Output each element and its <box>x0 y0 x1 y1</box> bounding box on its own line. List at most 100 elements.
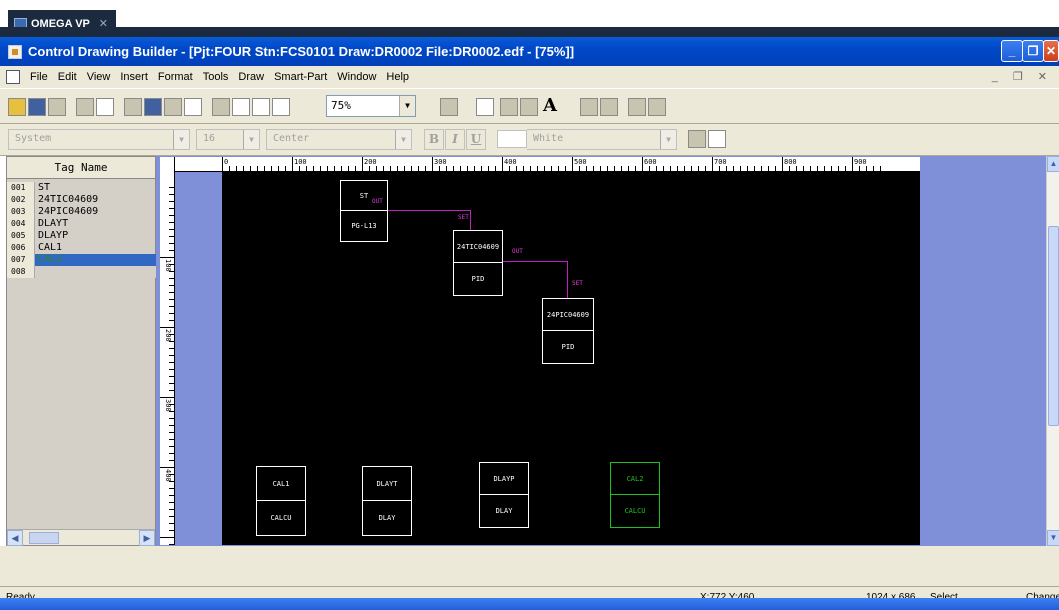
print-preview-icon[interactable] <box>96 98 114 116</box>
table-row[interactable]: 005 DLAYP <box>7 230 155 242</box>
ruler-tick <box>327 166 328 171</box>
align-left-icon[interactable] <box>580 98 598 116</box>
table-row[interactable]: 003 24PIC04609 <box>7 206 155 218</box>
menu-insert[interactable]: Insert <box>120 71 148 83</box>
save-icon[interactable] <box>28 98 46 116</box>
chevron-down-icon[interactable]: ▼ <box>173 130 189 149</box>
tag-cell[interactable]: 24PIC04609 <box>35 206 156 218</box>
zoom-out-icon[interactable] <box>252 98 270 116</box>
function-block-selected[interactable]: CAL2 CALCU <box>610 462 660 528</box>
scroll-left-icon[interactable]: ◀ <box>7 530 23 546</box>
ruler-tick <box>169 285 174 286</box>
select-arrow-icon[interactable] <box>476 98 494 116</box>
ruler-tick <box>169 208 174 209</box>
italic-button[interactable]: I <box>445 129 465 150</box>
zoom-select[interactable]: 75% ▼ <box>326 95 416 117</box>
table-icon[interactable] <box>708 130 726 148</box>
zoom-fit-icon[interactable] <box>272 98 290 116</box>
tag-horizontal-scrollbar[interactable]: ◀ ▶ <box>7 529 155 546</box>
document-icon[interactable] <box>6 70 20 84</box>
grid-icon[interactable] <box>212 98 230 116</box>
function-block[interactable]: 24PIC04609 PID <box>542 298 594 364</box>
connection-wire[interactable] <box>470 210 471 230</box>
font-size-select[interactable]: 16 ▼ <box>196 129 260 150</box>
color-swatch[interactable] <box>497 130 527 148</box>
tag-cell[interactable]: DLAYP <box>35 230 156 242</box>
maximize-button[interactable]: ❐ <box>1022 40 1044 62</box>
bold-button[interactable]: B <box>424 129 444 150</box>
scroll-thumb[interactable] <box>29 532 59 544</box>
paste-icon[interactable] <box>164 98 182 116</box>
menu-view[interactable]: View <box>87 71 111 83</box>
menu-edit[interactable]: Edit <box>58 71 77 83</box>
scroll-thumb[interactable] <box>1048 226 1059 426</box>
tag-cell[interactable]: 24TIC04609 <box>35 194 156 206</box>
cut-icon[interactable] <box>124 98 142 116</box>
wire-icon[interactable] <box>500 98 518 116</box>
chevron-down-icon[interactable]: ▼ <box>399 96 415 116</box>
function-block[interactable]: DLAYT DLAY <box>362 466 412 536</box>
function-block[interactable]: 24TIC04609 PID <box>453 230 503 296</box>
close-button[interactable]: ✕ <box>1043 40 1059 62</box>
menu-help[interactable]: Help <box>386 71 409 83</box>
table-row[interactable]: 001 ST <box>7 182 155 194</box>
table-row[interactable]: 008 <box>7 266 156 278</box>
group-icon[interactable] <box>628 98 646 116</box>
menu-file[interactable]: File <box>30 71 48 83</box>
underline-button[interactable]: U <box>466 129 486 150</box>
scroll-down-icon[interactable]: ▼ <box>1047 530 1059 546</box>
function-block-icon[interactable] <box>520 98 538 116</box>
print-icon[interactable] <box>76 98 94 116</box>
ruler-tick <box>169 236 174 237</box>
fill-icon[interactable] <box>688 130 706 148</box>
tag-cell[interactable]: ST <box>35 182 156 194</box>
scroll-right-icon[interactable]: ▶ <box>139 530 155 546</box>
ruler-tick <box>453 166 454 171</box>
text-tool-icon[interactable]: A <box>543 95 557 116</box>
scroll-up-icon[interactable]: ▲ <box>1047 156 1059 172</box>
mdi-controls[interactable]: _ ❐ ✕ <box>992 70 1053 83</box>
copy-icon[interactable] <box>144 98 162 116</box>
undo-icon[interactable] <box>184 98 202 116</box>
open-icon[interactable] <box>8 98 26 116</box>
ungroup-icon[interactable] <box>648 98 666 116</box>
table-row[interactable]: 006 CAL1 <box>7 242 155 254</box>
tag-cell[interactable]: DLAYT <box>35 218 156 230</box>
ruler-tick <box>782 157 783 171</box>
menu-window[interactable]: Window <box>337 71 376 83</box>
tag-cell[interactable] <box>35 266 156 278</box>
chevron-down-icon[interactable]: ▼ <box>243 130 259 149</box>
zoom-in-icon[interactable] <box>232 98 250 116</box>
layer-select[interactable]: System ▼ <box>8 129 190 150</box>
properties-icon[interactable] <box>440 98 458 116</box>
block-type: DLAY <box>378 514 396 522</box>
drawing-canvas[interactable]: ST PG-L13 24TIC04609 PID 24PIC04609 PID … <box>222 172 920 545</box>
menu-draw[interactable]: Draw <box>238 71 264 83</box>
table-row-selected[interactable]: 007 CAL2 <box>7 254 156 266</box>
menu-format[interactable]: Format <box>158 71 193 83</box>
function-block[interactable]: DLAYP DLAY <box>479 462 529 528</box>
menu-tools[interactable]: Tools <box>203 71 229 83</box>
ruler-tick <box>334 166 335 171</box>
table-row[interactable]: 004 DLAYT <box>7 218 155 230</box>
align-grid-icon[interactable] <box>600 98 618 116</box>
color-select[interactable]: White ▼ <box>527 129 677 150</box>
tag-cell[interactable]: CAL2 <box>35 254 156 266</box>
ruler-tick <box>169 362 174 363</box>
tag-cell[interactable]: CAL1 <box>35 242 156 254</box>
chevron-down-icon[interactable]: ▼ <box>395 130 411 149</box>
align-select[interactable]: Center ▼ <box>266 129 412 150</box>
ruler-tick <box>369 166 370 171</box>
connection-wire[interactable] <box>567 261 568 298</box>
chevron-down-icon[interactable]: ▼ <box>660 130 676 149</box>
menu-smart-part[interactable]: Smart-Part <box>274 71 327 83</box>
minimize-button[interactable]: _ <box>1001 40 1023 62</box>
row-number: 006 <box>7 242 35 254</box>
connection-wire[interactable] <box>503 261 567 262</box>
connection-wire[interactable] <box>388 210 470 211</box>
save-all-icon[interactable] <box>48 98 66 116</box>
function-block[interactable]: CAL1 CALCU <box>256 466 306 536</box>
vertical-scrollbar[interactable]: ▲ ▼ <box>1046 156 1059 546</box>
function-block[interactable]: ST PG-L13 <box>340 180 388 242</box>
table-row[interactable]: 002 24TIC04609 <box>7 194 155 206</box>
